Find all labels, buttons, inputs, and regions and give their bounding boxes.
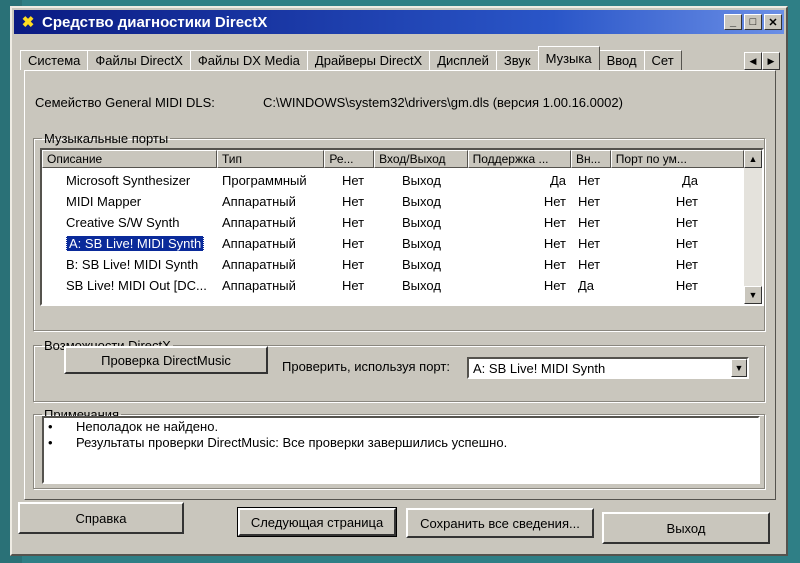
cell-type: Аппаратный [222,194,296,209]
table-row[interactable]: MIDI Mapper Аппаратный Нет Выход Нет Нет… [42,191,744,212]
cell-type: Программный [222,173,307,188]
cell-vn: Нет [578,194,601,209]
cell-default-port: Нет [675,236,698,251]
column-header-type[interactable]: Тип [216,150,325,168]
table-row[interactable]: Microsoft Synthesizer Программный Нет Вы… [42,170,744,191]
cell-vn: Нет [578,215,601,230]
cell-default-port: Нет [675,257,698,272]
cell-vn: Нет [578,257,601,272]
cell-re: Нет [342,257,365,272]
bullet-icon: • [48,418,53,434]
cell-default-port: Нет [675,215,698,230]
cell-re: Нет [342,278,365,293]
cell-description: A: SB Live! MIDI Synth [42,236,218,251]
cell-description: Microsoft Synthesizer [66,173,191,188]
tab-scroll-right-button[interactable]: ▶ [762,52,780,70]
column-header-io[interactable]: Вход/Выход [374,150,468,168]
bullet-icon: • [48,434,53,450]
exit-button[interactable]: Выход [602,512,770,544]
dls-value: C:\WINDOWS\system32\drivers\gm.dls (верс… [263,95,623,110]
cell-re: Нет [342,173,365,188]
cell-re: Нет [342,236,365,251]
music-ports-legend: Музыкальные порты [44,131,169,146]
table-row[interactable]: Creative S/W Synth Аппаратный Нет Выход … [42,212,744,233]
next-page-button[interactable]: Следующая страница [237,507,397,537]
cell-support: Нет [543,194,566,209]
cell-support: Нет [543,215,566,230]
cell-io: Выход [402,215,441,230]
test-directmusic-button[interactable]: Проверка DirectMusic [64,346,268,374]
tab-dx-media-files[interactable]: Файлы DX Media [189,50,308,70]
tab-music[interactable]: Музыка [537,46,600,70]
chevron-down-icon[interactable]: ▼ [731,359,747,377]
music-ports-list[interactable]: Описание Тип Ре... Вход/Выход Поддержка … [40,148,764,306]
dls-info: Семейство General MIDI DLS: C:\WINDOWS\s… [35,95,765,110]
help-button[interactable]: Справка [18,502,184,534]
list-rows: Microsoft Synthesizer Программный Нет Вы… [42,170,744,296]
tab-sound[interactable]: Звук [495,50,539,70]
cell-io: Выход [402,278,441,293]
test-port-select[interactable]: A: SB Live! MIDI Synth ▼ [467,357,749,379]
tab-scroll-left-button[interactable]: ◀ [744,52,762,70]
cell-io: Выход [402,173,441,188]
cell-default-port: Нет [675,194,698,209]
cell-type: Аппаратный [222,215,296,230]
list-item: • Результаты проверки DirectMusic: Все п… [48,434,508,450]
cell-default-port: Да [681,173,698,188]
list-header: Описание Тип Ре... Вход/Выход Поддержка … [42,150,744,168]
minimize-button[interactable]: _ [724,14,742,30]
test-port-selected-value: A: SB Live! MIDI Synth [473,360,606,376]
tab-scroll: ◀ ▶ [744,52,780,70]
cell-io: Выход [402,257,441,272]
cell-vn: Нет [578,236,601,251]
test-port-label: Проверить, используя порт: [282,359,450,374]
tab-system[interactable]: Система [20,50,89,70]
tab-network[interactable]: Сет [643,50,682,70]
cell-type: Аппаратный [222,278,296,293]
tab-display[interactable]: Дисплей [429,50,497,70]
cell-description: MIDI Mapper [66,194,142,209]
cell-description: B: SB Live! MIDI Synth [66,257,199,272]
cell-support: Нет [543,257,566,272]
column-header-vn[interactable]: Вн... [570,150,611,168]
cell-type: Аппаратный [222,236,296,251]
dls-label: Семейство General MIDI DLS: [35,95,215,110]
cell-type: Аппаратный [222,257,296,272]
list-vertical-scrollbar[interactable]: ▲ ▼ [744,150,762,304]
maximize-button[interactable]: □ [744,14,762,30]
window-title: Средство диагностики DirectX [42,13,268,31]
table-row-selected[interactable]: A: SB Live! MIDI Synth Аппаратный Нет Вы… [42,233,744,254]
table-row[interactable]: B: SB Live! MIDI Synth Аппаратный Нет Вы… [42,254,744,275]
column-header-support[interactable]: Поддержка ... [467,150,571,168]
cell-vn: Да [578,278,595,293]
tab-strip: Система Файлы DirectX Файлы DX Media Дра… [20,46,780,70]
directx-x-icon: ✖ [21,14,35,31]
dxdiag-window: ✖ Средство диагностики DirectX _ □ ✕ Сис… [10,6,788,556]
column-header-description[interactable]: Описание [42,150,217,168]
tab-directx-drivers[interactable]: Драйверы DirectX [306,50,431,70]
scroll-up-button[interactable]: ▲ [744,150,762,168]
save-all-info-button[interactable]: Сохранить все сведения... [406,508,594,538]
cell-support: Нет [543,236,566,251]
cell-re: Нет [342,194,365,209]
list-item: • Неполадок не найдено. [48,418,219,434]
tab-directx-files[interactable]: Файлы DirectX [87,50,191,70]
scroll-down-button[interactable]: ▼ [744,286,762,304]
notes-box: • Неполадок не найдено. • Результаты про… [42,416,760,484]
cell-description: Creative S/W Synth [66,215,180,230]
cell-support: Да [549,173,566,188]
cell-re: Нет [342,215,365,230]
cell-description: SB Live! MIDI Out [DC... [66,278,207,293]
title-bar[interactable]: ✖ Средство диагностики DirectX _ □ ✕ [14,10,784,34]
cell-support: Нет [543,278,566,293]
close-button[interactable]: ✕ [764,14,782,30]
cell-default-port: Нет [675,278,698,293]
table-row[interactable]: SB Live! MIDI Out [DC... Аппаратный Нет … [42,275,744,296]
cell-vn: Нет [578,173,601,188]
column-header-default-port[interactable]: Порт по ум... [610,150,744,168]
cell-io: Выход [402,236,441,251]
tab-input[interactable]: Ввод [598,50,645,70]
column-header-re[interactable]: Ре... [324,150,375,168]
cell-io: Выход [402,194,441,209]
